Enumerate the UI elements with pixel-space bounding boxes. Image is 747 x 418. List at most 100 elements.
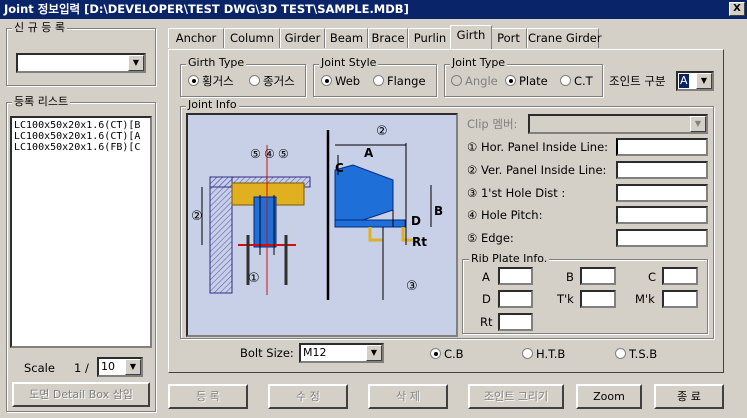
- girth-type-opt1[interactable]: 횡거스: [188, 74, 234, 88]
- radio-icon: [505, 75, 516, 86]
- bolt-opt-cb-label: C.B: [444, 347, 464, 361]
- joint-style-opt1-label: Web: [335, 74, 361, 88]
- hor-panel-input[interactable]: [616, 138, 708, 156]
- registered-list[interactable]: LC100x50x20x1.6(CT)[B LC100x50x20x1.6(CT)…: [10, 116, 152, 348]
- joint-type-opt1[interactable]: Angle: [451, 74, 498, 88]
- scale-combo[interactable]: 10 ▼: [97, 357, 143, 377]
- rib-d-input[interactable]: [498, 290, 533, 308]
- tab-brace[interactable]: Brace: [368, 28, 408, 48]
- joint-info-label: Joint Info: [186, 98, 239, 111]
- bolt-size-label: Bolt Size:: [240, 346, 294, 360]
- clip-plate: [253, 196, 277, 248]
- radio-icon: [430, 348, 441, 359]
- bolt-size-combo[interactable]: M12 ▼: [299, 343, 384, 363]
- chevron-down-icon[interactable]: ▼: [696, 73, 712, 89]
- diagram-label-c: C: [335, 161, 344, 175]
- scale-label: Scale: [24, 361, 55, 375]
- rib-tk-label: T'k: [557, 292, 574, 306]
- scale-value: 10: [101, 360, 115, 373]
- window-titlebar: Joint 정보입력 [D:\DEVELOPER\TEST DWG\3D TES…: [0, 0, 747, 19]
- draw-joint-button[interactable]: 조인트 그리기: [468, 384, 564, 409]
- joint-type-opt2-label: Plate: [519, 74, 548, 88]
- girth-type-opt1-label: 횡거스: [202, 74, 234, 88]
- register-button[interactable]: 등 록: [168, 384, 248, 409]
- detail-box-insert-button[interactable]: 도면 Detail Box 삽입: [12, 382, 150, 407]
- clip-member-combo[interactable]: ▼: [528, 114, 708, 134]
- diagram-label-a: A: [364, 146, 374, 160]
- registered-list-label: 등록 리스트: [12, 95, 71, 108]
- rib-rt-input[interactable]: [498, 313, 533, 331]
- tab-column[interactable]: Column: [224, 28, 280, 48]
- first-hole-dist-label: ③ 1'st Hole Dist :: [467, 186, 566, 200]
- girth-type-label: Girth Type: [186, 56, 247, 69]
- joint-type-opt2[interactable]: Plate: [505, 74, 548, 88]
- joint-style-opt1[interactable]: Web: [321, 74, 360, 88]
- joint-style-label: Joint Style: [319, 56, 379, 69]
- rib-rt-label: Rt: [480, 315, 493, 329]
- delete-button[interactable]: 삭 제: [368, 384, 448, 409]
- tab-girder[interactable]: Girder: [280, 28, 325, 48]
- joint-division-combo[interactable]: A ▼: [676, 71, 714, 91]
- diagram-label-5b: ⑤: [278, 147, 289, 161]
- rib-b-input[interactable]: [580, 267, 616, 285]
- bolt-opt-cb[interactable]: C.B: [430, 347, 464, 361]
- hor-panel-label: ① Hor. Panel Inside Line:: [467, 140, 609, 154]
- clip-member-label: Clip 멤버:: [467, 117, 518, 131]
- list-item[interactable]: LC100x50x20x1.6(FB)[C: [14, 142, 148, 153]
- diagram-label-5a: ⑤: [250, 147, 261, 161]
- chevron-down-icon[interactable]: ▼: [128, 55, 144, 71]
- exit-button[interactable]: 종 료: [654, 384, 724, 409]
- diagram-label-1: ①: [248, 271, 260, 286]
- joint-type-opt3-label: C.T: [574, 74, 593, 88]
- joint-diagram-svg: ⑤ ④ ⑤ ② ① ② A C B D Rt ③: [191, 124, 443, 300]
- radio-icon: [615, 348, 626, 359]
- tab-port[interactable]: Port: [490, 28, 527, 48]
- close-button[interactable]: X: [729, 2, 745, 16]
- radio-icon: [249, 75, 260, 86]
- window-title: Joint 정보입력 [D:\DEVELOPER\TEST DWG\3D TES…: [4, 2, 409, 16]
- chevron-down-icon[interactable]: ▼: [125, 359, 141, 375]
- bolt-opt-tsb[interactable]: T.S.B: [615, 347, 657, 361]
- edge-input[interactable]: [616, 229, 708, 247]
- joint-type-label: Joint Type: [450, 56, 508, 69]
- joint-type-opt1-label: Angle: [465, 74, 498, 88]
- rib-mk-input[interactable]: [662, 290, 698, 308]
- joint-style-opt2[interactable]: Flange: [373, 74, 426, 88]
- rib-mk-label: M'k: [635, 292, 655, 306]
- list-item[interactable]: LC100x50x20x1.6(CT)[B: [14, 120, 148, 131]
- first-hole-dist-input[interactable]: [616, 184, 708, 202]
- tab-anchor[interactable]: Anchor: [168, 28, 224, 48]
- edge-label: ⑤ Edge:: [467, 231, 514, 245]
- radio-icon: [560, 75, 571, 86]
- chevron-down-icon[interactable]: ▼: [366, 345, 382, 361]
- joint-diagram: ⑤ ④ ⑤ ② ① ② A C B D Rt ③: [186, 113, 458, 337]
- tab-beam[interactable]: Beam: [325, 28, 368, 48]
- radio-icon: [321, 75, 332, 86]
- joint-style-opt2-label: Flange: [387, 74, 426, 88]
- rib-c-input[interactable]: [662, 267, 698, 285]
- bolt-opt-htb[interactable]: H.T.B: [522, 347, 565, 361]
- tab-girth[interactable]: Girth: [450, 25, 492, 49]
- ver-panel-input[interactable]: [616, 161, 708, 179]
- ver-panel-label: ② Ver. Panel Inside Line:: [467, 163, 607, 177]
- list-item[interactable]: LC100x50x20x1.6(CT)[A: [14, 131, 148, 142]
- zoom-button[interactable]: Zoom: [576, 384, 642, 409]
- hole-pitch-label: ④ Hole Pitch:: [467, 208, 543, 222]
- diagram-label-4: ④: [264, 147, 275, 161]
- new-registration-label: 신 규 등 록: [12, 21, 67, 34]
- modify-button[interactable]: 수 정: [268, 384, 348, 409]
- new-registration-combo[interactable]: ▼: [16, 53, 146, 73]
- rib-tk-input[interactable]: [580, 290, 616, 308]
- diagram-label-3: ③: [406, 279, 418, 294]
- tab-crane-girder[interactable]: Crane Girder: [527, 28, 602, 48]
- chevron-down-icon[interactable]: ▼: [690, 116, 706, 132]
- joint-type-opt3[interactable]: C.T: [560, 74, 593, 88]
- bolt-size-value: M12: [303, 346, 327, 359]
- diagram-label-2b: ②: [376, 124, 388, 139]
- rib-a-input[interactable]: [498, 267, 533, 285]
- diagram-label-b: B: [434, 204, 443, 218]
- girth-type-opt2[interactable]: 종거스: [249, 74, 295, 88]
- tab-purlin[interactable]: Purlin: [408, 28, 452, 48]
- hole-pitch-input[interactable]: [616, 206, 708, 224]
- scale-prefix: 1 /: [74, 361, 89, 375]
